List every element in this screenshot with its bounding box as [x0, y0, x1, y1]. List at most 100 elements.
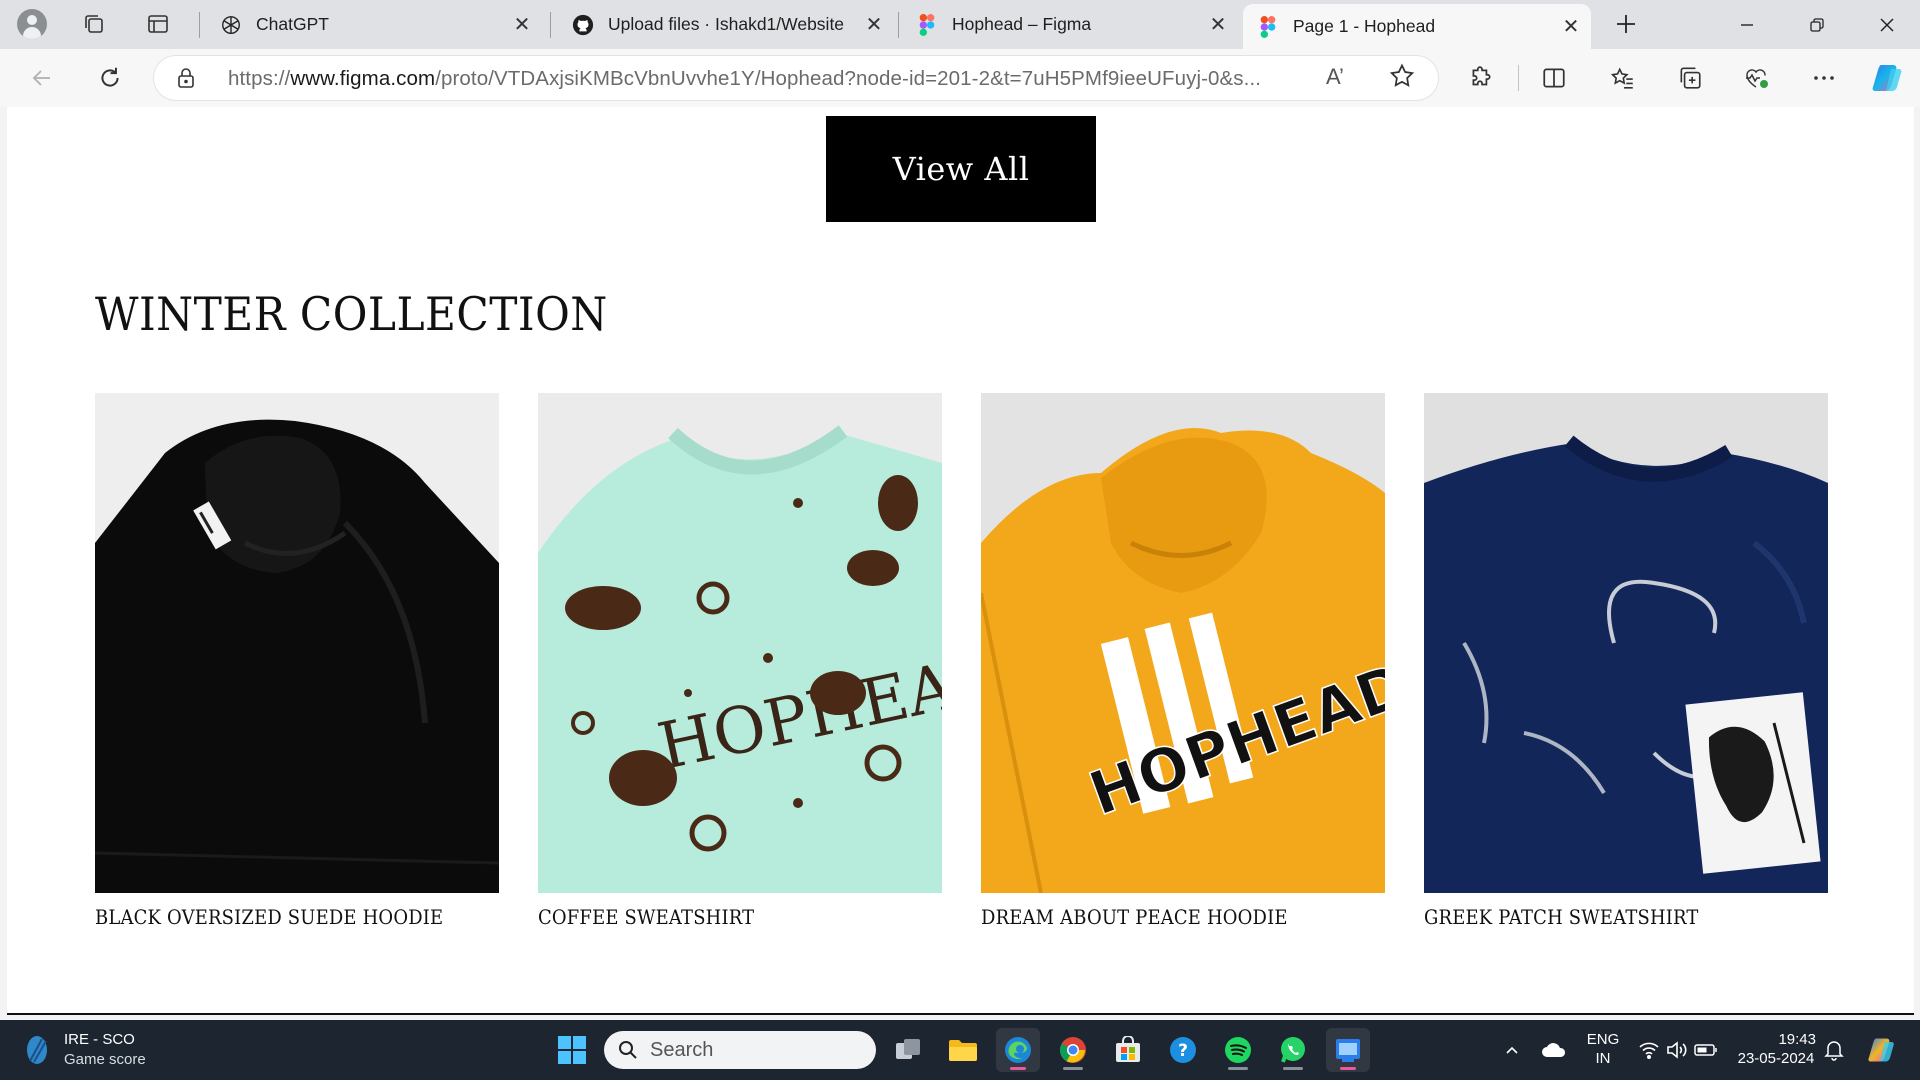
product-name[interactable]: GREEK PATCH SWEATSHIRT: [1424, 906, 1796, 929]
language-code: ENG: [1586, 1031, 1620, 1048]
copilot-icon: [1872, 65, 1902, 91]
extensions-button[interactable]: [1461, 59, 1501, 97]
show-hidden-icons-button[interactable]: [1490, 1028, 1534, 1072]
minimize-button[interactable]: [1712, 0, 1782, 49]
chrome-icon: [1059, 1037, 1086, 1063]
back-arrow-icon: [32, 70, 50, 86]
url-scheme: https://: [228, 67, 291, 90]
product-image-greek-patch[interactable]: [1424, 393, 1828, 893]
clock-date: 23-05-2024: [1737, 1050, 1815, 1067]
product-image-peace-hoodie[interactable]: HOPHEAD: [981, 393, 1385, 893]
address-bar[interactable]: https://www.figma.com/proto/VTDAxjsiKMBc…: [154, 56, 1438, 100]
close-tab-icon[interactable]: ✕: [1204, 11, 1232, 39]
split-screen-button[interactable]: [1534, 59, 1574, 97]
close-tab-icon[interactable]: ✕: [860, 11, 888, 39]
refresh-icon: [101, 67, 119, 87]
cloud-icon: [1542, 1043, 1566, 1057]
url-text[interactable]: https://www.figma.com/proto/VTDAxjsiKMBc…: [228, 67, 1468, 91]
language-indicator[interactable]: ENG IN: [1580, 1030, 1626, 1068]
settings-more-button[interactable]: [1804, 59, 1844, 97]
search-label: Search: [650, 1038, 714, 1061]
chatgpt-icon: [220, 14, 242, 36]
yellow-hoodie-illustration: HOPHEAD: [981, 393, 1385, 893]
chrome-taskbar-button[interactable]: [1051, 1028, 1095, 1072]
github-icon: [572, 14, 594, 36]
active-indicator: [1010, 1067, 1026, 1070]
collections-icon: [1680, 67, 1701, 89]
tab-github-upload[interactable]: Upload files · Ishakd1/Website ✕: [558, 4, 894, 45]
product-card-greek-patch[interactable]: GREEK PATCH SWEATSHIRT: [1424, 393, 1828, 929]
app-window-icon: [1336, 1039, 1360, 1062]
black-hoodie-illustration: [95, 393, 499, 893]
store-taskbar-button[interactable]: [1106, 1028, 1150, 1072]
section-title: WINTER COLLECTION: [95, 287, 608, 341]
lock-icon[interactable]: [176, 67, 196, 94]
plus-icon: [1617, 15, 1635, 33]
browser-essentials-button[interactable]: [1736, 59, 1776, 97]
tab-actions-button[interactable]: [138, 6, 178, 42]
product-name[interactable]: BLACK OVERSIZED SUEDE HOODIE: [95, 906, 467, 929]
taskbar-search[interactable]: Search: [604, 1031, 876, 1069]
onedrive-button[interactable]: [1532, 1028, 1576, 1072]
product-card-coffee-sweatshirt[interactable]: HOPHEAD COFFEE SWEATSHIRT: [538, 393, 942, 929]
favorite-star-icon[interactable]: [1388, 62, 1416, 95]
battery-icon: [1694, 1044, 1717, 1056]
clock[interactable]: 19:43 23-05-2024: [1730, 1030, 1822, 1068]
spotify-taskbar-button[interactable]: [1216, 1028, 1260, 1072]
restore-button[interactable]: [1782, 0, 1852, 49]
notifications-button[interactable]: [1814, 1028, 1854, 1072]
app-taskbar-button[interactable]: [1326, 1028, 1370, 1072]
copilot-taskbar-button[interactable]: [1860, 1028, 1904, 1072]
task-view-icon: [896, 1039, 920, 1059]
collections-button[interactable]: [1670, 59, 1710, 97]
product-name[interactable]: DREAM ABOUT PEACE HOODIE: [981, 906, 1353, 929]
tab-chatgpt[interactable]: ChatGPT ✕: [206, 4, 542, 45]
widgets-button[interactable]: IRE - SCO Game score: [22, 1030, 146, 1070]
copilot-icon: [1868, 1038, 1894, 1062]
volume-icon: [1667, 1041, 1687, 1059]
back-button[interactable]: [22, 59, 62, 97]
folder-icon: [949, 1040, 977, 1061]
tab-separator: [898, 12, 899, 38]
edge-taskbar-button[interactable]: [996, 1028, 1040, 1072]
close-tab-icon[interactable]: ✕: [508, 11, 536, 39]
running-indicator: [1228, 1067, 1248, 1070]
tab-hophead-figma[interactable]: Hophead – Figma ✕: [902, 4, 1238, 45]
heartbeat-icon: [1746, 69, 1768, 88]
product-image-black-hoodie[interactable]: [95, 393, 499, 893]
tab-page1-hophead[interactable]: Page 1 - Hophead ✕: [1243, 4, 1591, 49]
quick-settings-button[interactable]: [1626, 1028, 1730, 1072]
close-tab-icon[interactable]: ✕: [1557, 13, 1585, 41]
microsoft-store-icon: [1116, 1036, 1140, 1062]
search-icon: [619, 1041, 637, 1059]
help-icon: ?: [1170, 1037, 1196, 1063]
chevron-up-icon: [1506, 1046, 1518, 1054]
file-explorer-button[interactable]: [941, 1028, 985, 1072]
task-view-button[interactable]: [886, 1028, 930, 1072]
profile-button[interactable]: [12, 6, 52, 42]
new-tab-button[interactable]: [1606, 6, 1646, 42]
running-indicator: [1063, 1067, 1083, 1070]
product-card-black-hoodie[interactable]: BLACK OVERSIZED SUEDE HOODIE: [95, 393, 499, 929]
close-window-button[interactable]: [1852, 0, 1920, 49]
product-image-coffee-sweatshirt[interactable]: HOPHEAD: [538, 393, 942, 893]
tab-separator: [550, 12, 551, 38]
restore-icon: [1810, 17, 1824, 32]
start-button[interactable]: [550, 1028, 594, 1072]
view-all-button[interactable]: View All: [826, 116, 1096, 222]
product-card-peace-hoodie[interactable]: HOPHEAD DREAM ABOUT PEACE HOODIE: [981, 393, 1385, 929]
product-name[interactable]: COFFEE SWEATSHIRT: [538, 906, 910, 929]
windows-taskbar: IRE - SCO Game score Search ? ENG IN 19:…: [0, 1020, 1920, 1080]
page-divider: [7, 1013, 1914, 1015]
read-aloud-icon[interactable]: A’: [1326, 64, 1344, 90]
browser-tab-strip: ChatGPT ✕ Upload files · Ishakd1/Website…: [0, 0, 1920, 49]
tab-title: Upload files · Ishakd1/Website: [608, 14, 845, 34]
whatsapp-taskbar-button[interactable]: [1271, 1028, 1315, 1072]
split-screen-icon: [1543, 68, 1565, 88]
help-taskbar-button[interactable]: ?: [1161, 1028, 1205, 1072]
refresh-button[interactable]: [90, 59, 130, 97]
favorites-button[interactable]: [1603, 59, 1643, 97]
copilot-button[interactable]: [1868, 59, 1908, 97]
workspaces-button[interactable]: [74, 6, 114, 42]
close-icon: [1880, 17, 1894, 32]
